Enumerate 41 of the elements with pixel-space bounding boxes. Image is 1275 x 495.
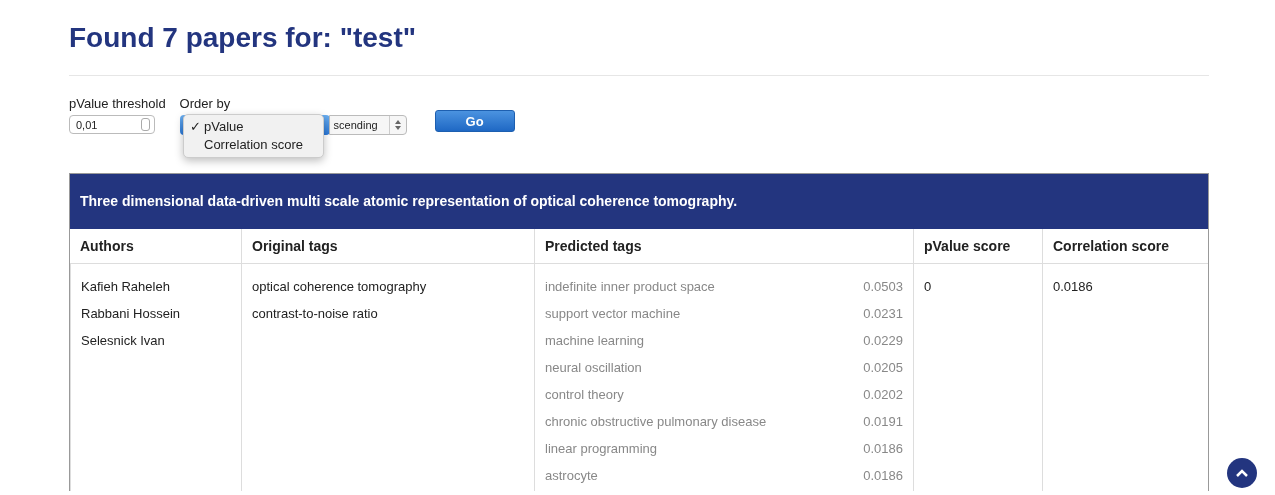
tag-score: 0.0186 [863,440,903,458]
tag-score: 0.0503 [863,278,903,296]
threshold-field[interactable]: 0,01 [69,115,155,134]
predicted-tag: machine learning [545,327,644,354]
chevron-up-icon [1236,469,1248,477]
tag-score: 0.0191 [863,413,903,431]
predicted-tag: chronic obstructive pulmonary disease [545,408,767,435]
results-heading: Found 7 papers for: "test" [69,21,418,55]
column-header: Predicted tags [534,229,913,264]
tag-score: 0.0202 [863,386,903,404]
tag-score: 0.0186 [863,467,903,485]
predicted-tag: neural oscillation [545,354,642,381]
column-header: Correlation score [1042,229,1208,264]
predicted-tag: control theory [545,381,624,408]
field-label: Order by [179,96,232,111]
author-name: Selesnick Ivan [81,332,166,350]
tag-score: 0.0229 [863,332,903,350]
menu-option[interactable]: ✓ pValue [184,118,323,136]
original-tag: optical coherence tomography [252,273,524,300]
correlation-score: 0.0186 [1053,278,1094,296]
predicted-tag: support vector machine [545,300,681,327]
predicted-tag: linear programming [545,435,657,462]
check-mark: ✓ [190,119,202,135]
paper-title: Three dimensional data-driven multi scale atomic representation of optical coherence tomography. [70,174,1208,229]
column-header: Authors [70,229,241,264]
menu-option[interactable]: Correlation score [184,136,323,154]
column-header: Original tags [241,229,534,264]
field-label: pValue threshold [69,96,166,111]
original-tag: contrast-to-noise ratio [252,300,524,327]
direction-select[interactable]: scending [328,115,407,135]
tag-score: 0.0231 [863,305,903,323]
author-name: Rabbani Hossein [81,305,181,323]
predicted-tag: astrocyte [545,462,598,489]
scroll-top-button[interactable] [1227,458,1257,488]
updown-icon [394,120,401,130]
tag-score: 0.0205 [863,359,903,377]
column-header: pValue score [913,229,1042,264]
author-name: Kafieh Raheleh [81,278,171,296]
predicted-tag: indefinite inner product space [545,273,715,300]
go-button[interactable]: Go [434,110,515,132]
pvalue-score: 0 [924,278,933,296]
